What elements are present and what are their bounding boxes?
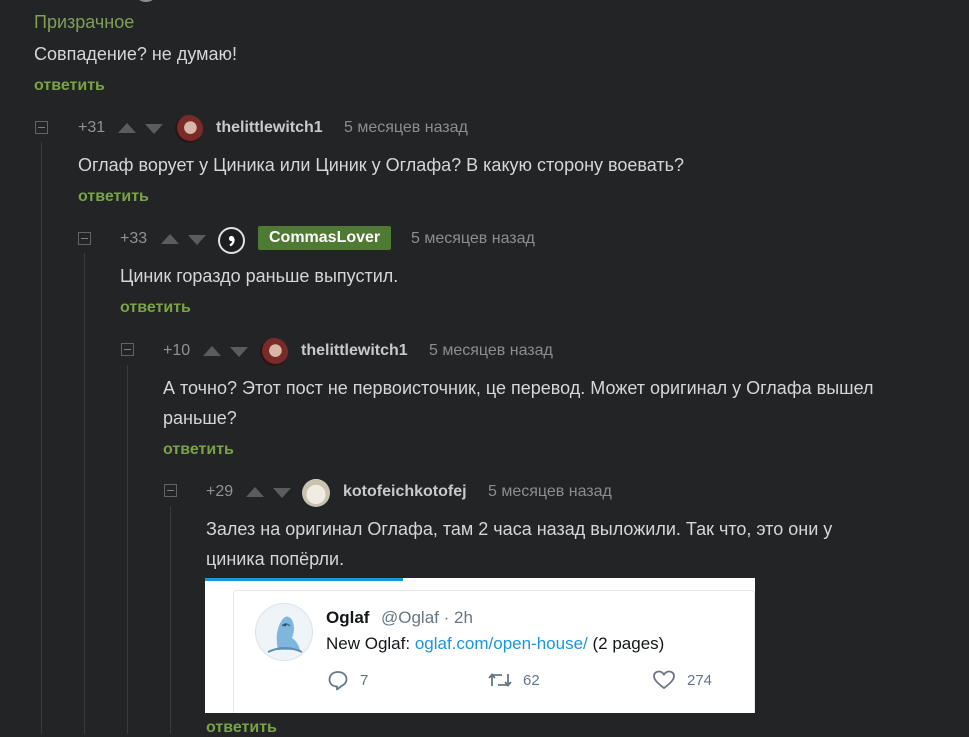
avatar[interactable]: [260, 338, 288, 366]
tweet-text-suffix: (2 pages): [587, 634, 665, 653]
downvote-icon[interactable]: [188, 235, 206, 245]
comment-text: Оглаф ворует у Циника или Циник у Оглафа…: [78, 155, 685, 175]
avatar[interactable]: [302, 479, 330, 507]
comment-rating: +33: [120, 230, 148, 247]
reply-link[interactable]: ответить: [206, 719, 277, 737]
comment-time[interactable]: 5 месяцев назад: [429, 342, 553, 360]
heart-icon[interactable]: [652, 669, 676, 696]
tweet-author[interactable]: Oglaf: [326, 608, 369, 628]
comment-text-line2: раньше?: [163, 408, 237, 428]
tweet-top-bar: [205, 578, 403, 581]
downvote-icon[interactable]: [230, 347, 248, 357]
comma-icon: [228, 235, 235, 247]
comment-author[interactable]: thelittlewitch1: [301, 342, 408, 360]
comment-text-line1: Залез на оригинал Оглафа, там 2 часа наз…: [206, 519, 833, 539]
reply-link[interactable]: ответить: [34, 77, 105, 95]
comment-text: Циник гораздо раньше выпустил.: [120, 266, 399, 286]
speech-bubble-icon[interactable]: [327, 669, 349, 696]
upvote-icon[interactable]: [246, 487, 264, 497]
thread-line-1[interactable]: [41, 142, 42, 734]
downvote-icon[interactable]: [145, 124, 163, 134]
comment-author[interactable]: kotofeichkotofej: [343, 483, 467, 501]
reply-link[interactable]: ответить: [163, 441, 234, 459]
downvote-icon[interactable]: [273, 488, 291, 498]
reply-link[interactable]: ответить: [120, 299, 191, 317]
tweet-text-prefix: New Oglaf:: [326, 634, 415, 653]
oglaf-logo-icon: [255, 603, 313, 661]
tweet-link[interactable]: oglaf.com/open-house/: [415, 634, 588, 653]
tweet-text: New Oglaf: oglaf.com/open-house/ (2 page…: [326, 634, 664, 654]
thread-line-3[interactable]: [127, 365, 128, 734]
comment-author[interactable]: Призрачное: [34, 12, 134, 33]
collapse-icon[interactable]: [164, 484, 177, 497]
comment-rating: +31: [78, 119, 106, 136]
comment-time[interactable]: 5 месяцев назад: [411, 230, 535, 248]
comment-author[interactable]: thelittlewitch1: [216, 119, 323, 137]
comment-text: Совпадение? не думаю!: [34, 44, 238, 64]
comment-text-line2: циника попёрли.: [206, 549, 345, 569]
upvote-icon[interactable]: [118, 123, 136, 133]
tweet-screenshot[interactable]: Oglaf @Oglaf · 2h New Oglaf: oglaf.com/o…: [205, 578, 755, 713]
oglaf-mascot-icon: [267, 616, 303, 653]
comma-avatar-icon[interactable]: [218, 227, 245, 254]
comment-author-badge[interactable]: CommasLover: [258, 226, 392, 250]
retweet-icon[interactable]: [487, 670, 513, 695]
comment-time[interactable]: 5 месяцев назад: [344, 119, 468, 137]
upvote-icon[interactable]: [203, 346, 221, 356]
tweet-retweet-count: 62: [523, 672, 540, 689]
collapse-icon[interactable]: [78, 232, 91, 245]
avatar-partial: [134, 0, 158, 2]
comment-rating: +10: [163, 342, 191, 359]
thread-line-2[interactable]: [84, 253, 85, 734]
comment-text-line1: А точно? Этот пост не первоисточник, це …: [163, 378, 874, 398]
avatar[interactable]: [175, 115, 203, 143]
collapse-icon[interactable]: [121, 343, 134, 356]
collapse-icon[interactable]: [35, 121, 48, 134]
comment-time[interactable]: 5 месяцев назад: [488, 483, 612, 501]
upvote-icon[interactable]: [161, 234, 179, 244]
comment-rating: +29: [206, 483, 234, 500]
tweet-like-count: 274: [687, 672, 713, 689]
reply-link[interactable]: ответить: [78, 188, 149, 206]
thread-line-4[interactable]: [170, 506, 171, 734]
tweet-handle[interactable]: @Oglaf · 2h: [381, 608, 473, 628]
tweet-reply-count: 7: [360, 672, 369, 689]
